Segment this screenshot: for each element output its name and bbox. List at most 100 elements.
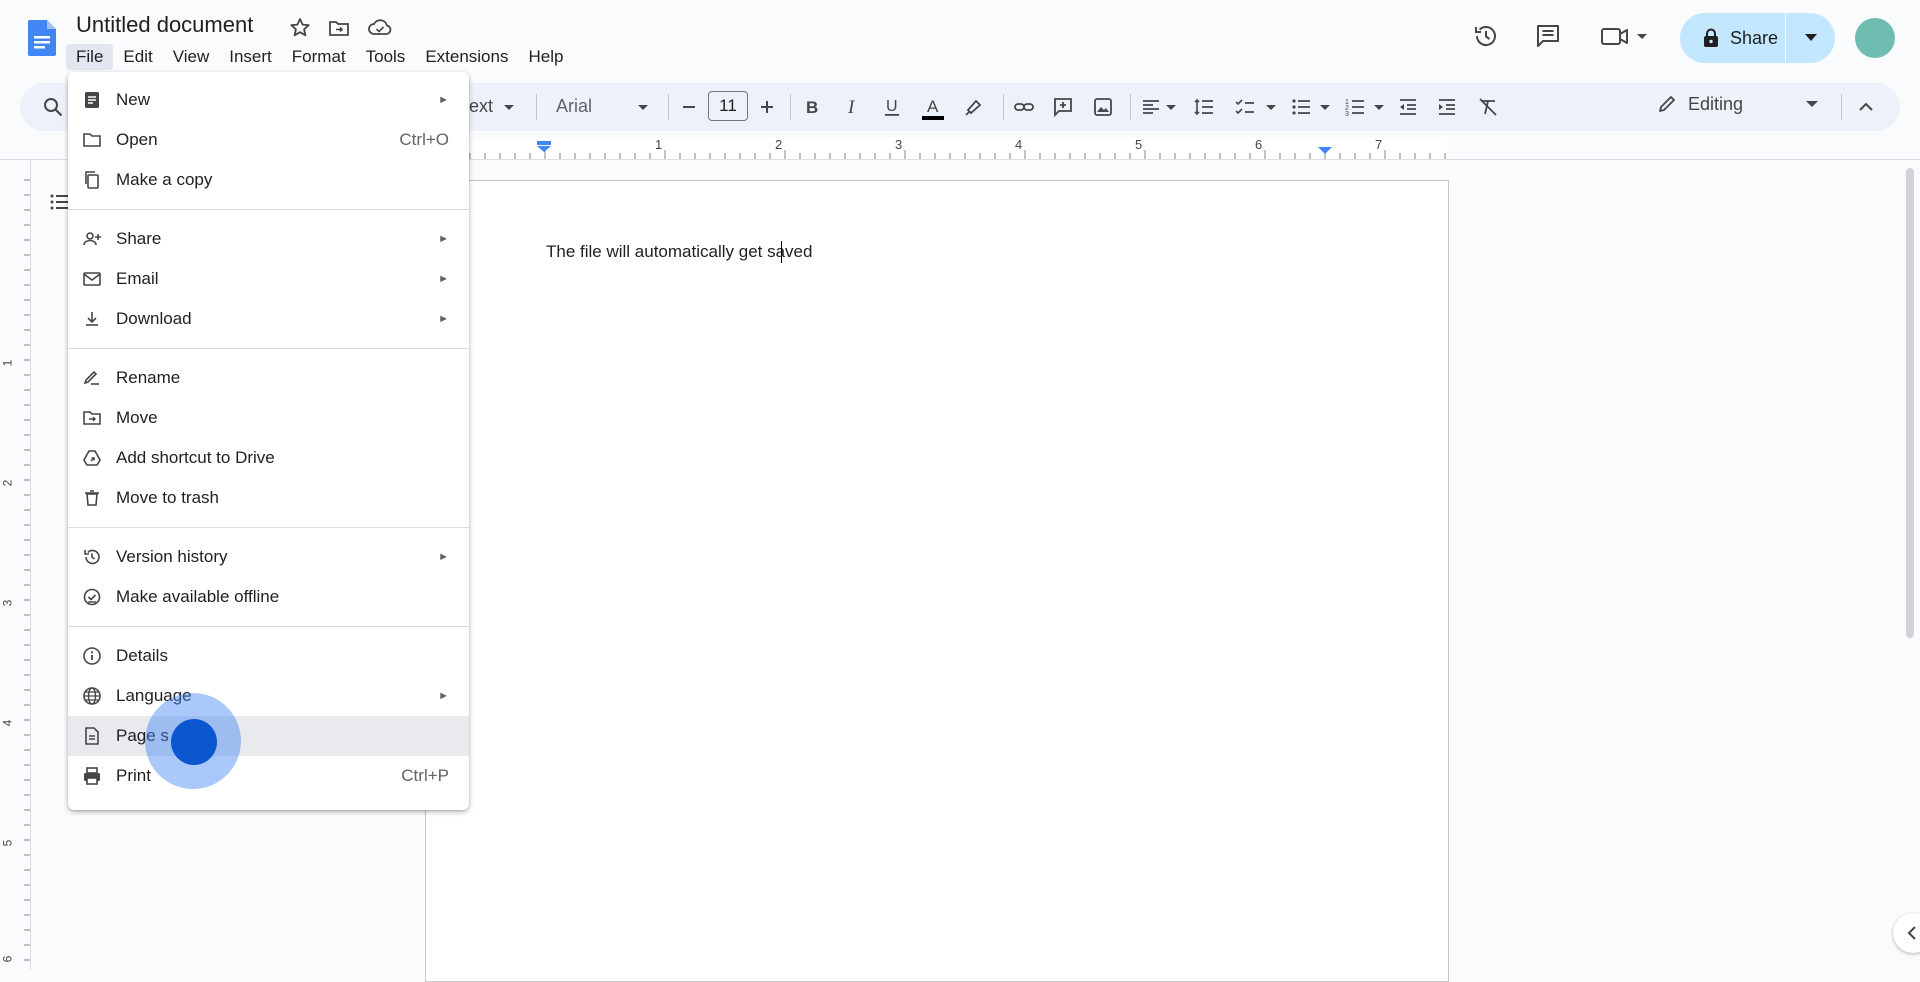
- menu-item-print[interactable]: Print Ctrl+P: [68, 756, 469, 796]
- drive-shortcut-icon: [83, 450, 101, 466]
- underline-icon[interactable]: U: [881, 96, 903, 118]
- move-folder-icon: [83, 411, 101, 425]
- toolbar-divider: [668, 94, 669, 120]
- increase-indent-icon[interactable]: [1436, 96, 1458, 118]
- history-icon: [84, 549, 100, 565]
- menu-item-version-history[interactable]: Version history ►: [68, 537, 469, 577]
- submenu-arrow-icon: ►: [438, 313, 449, 325]
- download-icon: [86, 312, 98, 326]
- menu-file[interactable]: File: [66, 44, 114, 70]
- vertical-ruler[interactable]: [16, 160, 31, 970]
- submenu-arrow-icon: ►: [438, 233, 449, 245]
- menu-edit[interactable]: Edit: [113, 44, 162, 70]
- menu-item-move[interactable]: Move: [68, 398, 469, 438]
- menu-insert[interactable]: Insert: [219, 44, 282, 70]
- share-button[interactable]: Share: [1680, 13, 1785, 63]
- toolbar-divider: [1841, 94, 1842, 120]
- copy-icon: [85, 171, 99, 189]
- history-icon[interactable]: [1472, 22, 1500, 50]
- menu-item-make-a-copy[interactable]: Make a copy: [68, 160, 469, 200]
- globe-icon: [83, 687, 101, 705]
- menu-item-make-available-offline[interactable]: Make available offline: [68, 577, 469, 617]
- ruler-label: 3: [895, 137, 903, 152]
- rename-icon: [83, 370, 99, 385]
- menu-item-share[interactable]: Share ►: [68, 219, 469, 259]
- svg-text:U: U: [886, 98, 898, 115]
- highlight-icon[interactable]: [963, 96, 985, 118]
- cloud-saved-icon[interactable]: [367, 16, 392, 40]
- menu-item-page-setup[interactable]: Page s: [68, 716, 469, 756]
- click-indicator-dot: [171, 719, 217, 765]
- increase-font-size-icon[interactable]: [756, 96, 778, 118]
- docs-logo-icon[interactable]: [22, 18, 62, 58]
- italic-icon[interactable]: I: [841, 96, 863, 118]
- avatar[interactable]: [1855, 18, 1895, 58]
- bold-icon[interactable]: B: [801, 96, 823, 118]
- search-menus-icon[interactable]: [42, 96, 64, 118]
- vertical-scrollbar[interactable]: [1906, 168, 1914, 638]
- svg-text:3: 3: [1345, 111, 1349, 118]
- checklist-icon[interactable]: [1234, 96, 1256, 118]
- comments-icon[interactable]: [1534, 22, 1562, 50]
- chevron-left-icon: [1907, 926, 1916, 940]
- document-body-text[interactable]: The file will automatically get saved: [546, 242, 812, 262]
- share-dropdown-button[interactable]: [1786, 34, 1835, 42]
- submenu-arrow-icon: ►: [438, 273, 449, 285]
- menu-item-open[interactable]: Open Ctrl+O: [68, 120, 469, 160]
- text-caret: [781, 241, 782, 263]
- insert-image-icon[interactable]: [1092, 96, 1114, 118]
- star-icon[interactable]: [288, 16, 312, 40]
- offline-icon: [83, 588, 101, 606]
- menu-help[interactable]: Help: [518, 44, 573, 70]
- caret-down-icon: [1164, 96, 1178, 118]
- toolbar-divider: [536, 94, 537, 120]
- document-page[interactable]: [425, 180, 1449, 982]
- menu-item-details[interactable]: Details: [68, 636, 469, 676]
- svg-text:B: B: [806, 98, 818, 117]
- paragraph-style-select[interactable]: ext: [469, 96, 493, 117]
- link-icon[interactable]: [1013, 96, 1035, 118]
- vruler-label: 3: [0, 599, 15, 607]
- editing-label: Editing: [1688, 93, 1744, 114]
- menu-item-download[interactable]: Download ►: [68, 299, 469, 339]
- numbered-list-icon[interactable]: 123: [1344, 96, 1366, 118]
- menu-format[interactable]: Format: [282, 44, 356, 70]
- meet-icon[interactable]: [1600, 22, 1652, 50]
- clear-formatting-icon[interactable]: [1477, 96, 1499, 118]
- add-comment-icon[interactable]: [1052, 96, 1074, 118]
- menu-item-email[interactable]: Email ►: [68, 259, 469, 299]
- align-left-icon[interactable]: [1140, 96, 1162, 118]
- menu-view[interactable]: View: [163, 44, 220, 70]
- document-title[interactable]: Untitled document: [76, 12, 253, 38]
- share-label: Share: [1730, 27, 1779, 48]
- decrease-indent-icon[interactable]: [1397, 96, 1419, 118]
- vruler-label: 1: [0, 359, 15, 367]
- move-folder-icon[interactable]: [327, 16, 351, 40]
- ruler-label: 7: [1375, 137, 1383, 152]
- person-add-icon: [83, 232, 101, 246]
- menubar: File Edit View Insert Format Tools Exten…: [66, 44, 573, 70]
- line-spacing-icon[interactable]: [1193, 96, 1215, 118]
- side-panel-toggle[interactable]: [1893, 913, 1920, 953]
- decrease-font-size-icon[interactable]: [678, 96, 700, 118]
- collapse-toolbar-icon[interactable]: [1855, 96, 1877, 118]
- submenu-arrow-icon: ►: [438, 690, 449, 702]
- font-select[interactable]: Arial: [556, 96, 592, 117]
- caret-down-icon: [1318, 96, 1332, 118]
- submenu-arrow-icon: ►: [438, 551, 449, 563]
- print-icon: [84, 767, 100, 785]
- svg-text:I: I: [847, 97, 856, 118]
- menu-item-new[interactable]: New ►: [68, 80, 469, 120]
- menu-divider: [68, 209, 469, 210]
- mail-icon: [83, 272, 101, 286]
- text-color-icon[interactable]: A: [920, 96, 946, 122]
- menu-item-rename[interactable]: Rename: [68, 358, 469, 398]
- font-size-input[interactable]: 11: [708, 91, 748, 121]
- menu-item-add-shortcut-to-drive[interactable]: Add shortcut to Drive: [68, 438, 469, 478]
- menu-tools[interactable]: Tools: [356, 44, 416, 70]
- bulleted-list-icon[interactable]: [1290, 96, 1312, 118]
- editing-mode-select[interactable]: Editing: [1656, 93, 1819, 115]
- menu-item-language[interactable]: Language ►: [68, 676, 469, 716]
- menu-item-move-to-trash[interactable]: Move to trash: [68, 478, 469, 518]
- menu-extensions[interactable]: Extensions: [415, 44, 518, 70]
